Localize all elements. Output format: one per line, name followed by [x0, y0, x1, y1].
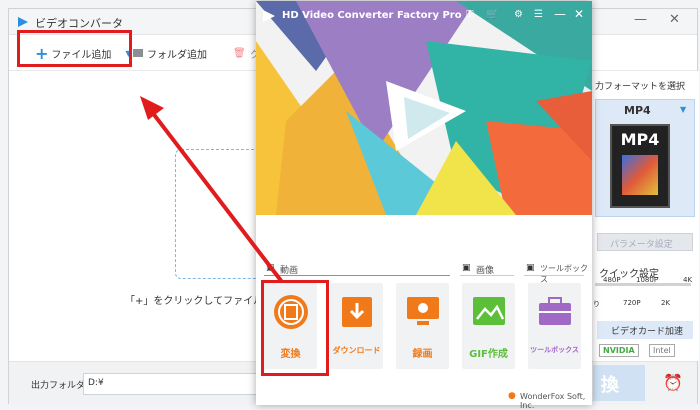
annotation-arrow: [140, 96, 284, 284]
